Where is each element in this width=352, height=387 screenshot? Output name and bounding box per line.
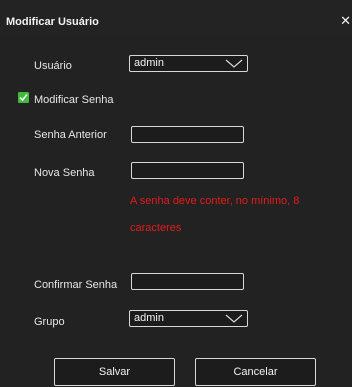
group-select[interactable]: admin bbox=[129, 310, 248, 327]
dialog-title-bar: Modificar Usuário ✕ bbox=[0, 0, 352, 34]
user-label: Usuário bbox=[34, 60, 72, 72]
modify-password-checkbox[interactable] bbox=[18, 92, 29, 103]
old-password-label: Senha Anterior bbox=[34, 129, 107, 141]
password-error-line-2: caracteres bbox=[130, 222, 182, 234]
user-select-value: admin bbox=[134, 57, 164, 69]
cancel-button[interactable]: Cancelar bbox=[195, 358, 316, 386]
chevron-down-icon bbox=[225, 314, 243, 323]
modify-password-label: Modificar Senha bbox=[34, 94, 114, 106]
password-error-line-1: A senha deve conter, no mínimo, 8 bbox=[130, 195, 300, 207]
user-select[interactable]: admin bbox=[129, 55, 248, 72]
confirm-password-label: Confirmar Senha bbox=[34, 279, 118, 291]
modify-user-dialog: Modificar Usuário ✕ Usuário admin Modifi… bbox=[0, 0, 352, 387]
new-password-label: Nova Senha bbox=[34, 167, 95, 179]
close-icon[interactable]: ✕ bbox=[340, 14, 351, 27]
save-button[interactable]: Salvar bbox=[54, 358, 175, 386]
dialog-title: Modificar Usuário bbox=[6, 16, 99, 28]
group-select-value: admin bbox=[134, 312, 164, 324]
checkmark-icon bbox=[19, 93, 28, 102]
chevron-down-icon bbox=[225, 59, 243, 68]
old-password-input[interactable] bbox=[131, 126, 244, 143]
new-password-input[interactable] bbox=[131, 162, 244, 179]
confirm-password-input[interactable] bbox=[131, 273, 244, 290]
group-label: Grupo bbox=[34, 316, 65, 328]
